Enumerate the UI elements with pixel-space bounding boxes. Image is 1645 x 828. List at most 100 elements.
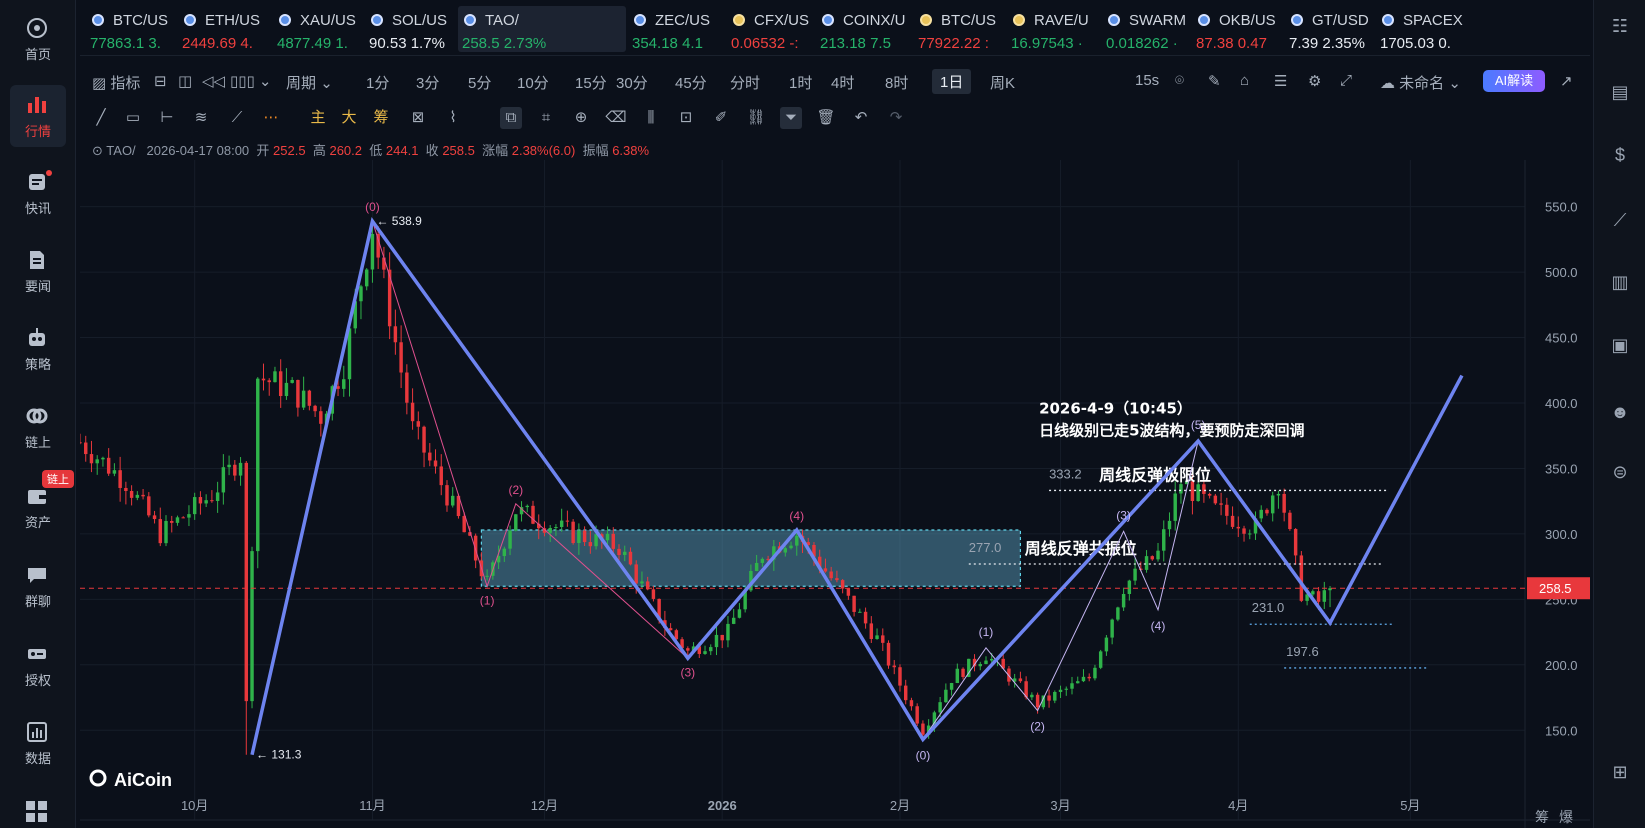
ticker-4[interactable]: TAO/258.5 2.73% bbox=[458, 6, 626, 52]
interval-5[interactable]: 30分 bbox=[616, 72, 648, 93]
rewind-icon[interactable]: ◁◁ bbox=[202, 72, 225, 90]
brush-icon[interactable]: ⌇ bbox=[442, 107, 464, 129]
ticker-5[interactable]: ZEC/US 354.18 4.1 bbox=[628, 6, 720, 52]
sidebar-item-auth[interactable]: 授权 bbox=[0, 634, 76, 696]
layout-name-dropdown[interactable]: ☁ 未命名 ⌄ bbox=[1380, 72, 1461, 93]
interval-10[interactable]: 8时 bbox=[885, 72, 908, 93]
ruler-icon[interactable]: ⌗ bbox=[535, 107, 557, 129]
ticker-1[interactable]: ETH/US 2449.69 4. bbox=[178, 6, 270, 52]
fullscreen-icon[interactable]: ⤢ bbox=[1340, 72, 1352, 89]
price-chart[interactable]: 150.0200.0250.0300.0350.0400.0450.0500.0… bbox=[80, 160, 1590, 828]
interval-2[interactable]: 5分 bbox=[468, 72, 491, 93]
collapse-icon[interactable]: ⊙ bbox=[92, 143, 103, 158]
interval-11[interactable]: 1日 bbox=[932, 69, 972, 94]
share-icon[interactable]: ↗ bbox=[1560, 72, 1573, 90]
interval-7[interactable]: 分时 bbox=[730, 72, 760, 93]
interval-1[interactable]: 3分 bbox=[416, 72, 439, 93]
ticker-9[interactable]: RAVE/U 16.97543 · bbox=[1007, 6, 1099, 52]
camera-icon[interactable]: ⌾ bbox=[1175, 72, 1184, 89]
channel-icon[interactable]: ≋ bbox=[190, 107, 212, 129]
trendline-icon[interactable]: ╱ bbox=[90, 107, 112, 129]
menu-grid-icon[interactable]: ☷ bbox=[1608, 14, 1632, 38]
magnet-icon[interactable]: ⧉ bbox=[500, 107, 522, 129]
ticker-12[interactable]: GT/USD 7.39 2.35% bbox=[1285, 6, 1373, 52]
sidebar-item-home[interactable]: 首页 bbox=[0, 8, 76, 70]
ticker-13[interactable]: SPACEX 1705.03 0. bbox=[1376, 6, 1466, 52]
orderbook-icon[interactable]: ▤ bbox=[1608, 80, 1632, 104]
ticker-0[interactable]: BTC/US 77863.1 3. bbox=[86, 6, 174, 52]
interval-4[interactable]: 15分 bbox=[575, 72, 607, 93]
zoom-icon[interactable]: ⊕ bbox=[570, 107, 592, 129]
candle-body bbox=[84, 442, 88, 455]
depth-chart-icon[interactable]: ▥ bbox=[1608, 270, 1632, 294]
ticker-2[interactable]: XAU/US 4877.49 1. bbox=[273, 6, 361, 52]
lock-icon[interactable]: ⊡ bbox=[675, 107, 697, 129]
period-dropdown[interactable]: 周期 ⌄ bbox=[286, 72, 333, 93]
interval-0[interactable]: 1分 bbox=[366, 72, 389, 93]
grid-apps-icon[interactable] bbox=[25, 800, 49, 824]
ticker-11[interactable]: OKB/US 87.38 0.47 bbox=[1192, 6, 1284, 52]
candle bbox=[1098, 649, 1103, 670]
interval-3[interactable]: 10分 bbox=[517, 72, 549, 93]
candle-body bbox=[227, 464, 231, 468]
ticker-price: 7.39 2.35% bbox=[1289, 35, 1365, 52]
settings-gear-icon[interactable]: ⚙ bbox=[1308, 72, 1321, 90]
trade-icon[interactable]: $ bbox=[1608, 143, 1632, 167]
interval-8[interactable]: 1时 bbox=[789, 72, 812, 93]
bot-icon[interactable]: ☻ bbox=[1608, 400, 1632, 424]
sidebar-item-data[interactable]: 数据 bbox=[0, 712, 76, 774]
edit-icon[interactable]: ✐ bbox=[710, 107, 732, 129]
filter-icon[interactable]: ⏷ bbox=[780, 107, 802, 129]
interval-12[interactable]: 周K bbox=[990, 72, 1015, 93]
ticker-10[interactable]: SWARM 0.018262 · bbox=[1102, 6, 1190, 52]
sidebar-item-chat[interactable]: 群聊 bbox=[0, 555, 76, 617]
ticker-value: 0.018262 bbox=[1106, 35, 1169, 52]
liquidation-label[interactable]: 爆 bbox=[1559, 810, 1573, 826]
link-icon[interactable]: ⛓ bbox=[745, 107, 767, 129]
horizontal-line-icon[interactable]: ⊢ bbox=[156, 107, 178, 129]
large-order-button[interactable]: 大 bbox=[338, 107, 360, 129]
template-icon[interactable]: ⊟ bbox=[154, 72, 167, 90]
list-icon[interactable]: ☰ bbox=[1274, 72, 1287, 90]
trend-icon[interactable]: ⟋ bbox=[1608, 208, 1632, 232]
rectangle-icon[interactable]: ▭ bbox=[122, 107, 144, 129]
candle-type-icon[interactable]: ▯▯▯ ⌄ bbox=[230, 72, 272, 90]
sidebar-item-onchain[interactable]: 链上 bbox=[0, 396, 76, 458]
layout-icon[interactable]: ◫ bbox=[178, 72, 192, 90]
compare-icon[interactable]: ⊜ bbox=[1608, 460, 1632, 484]
etf-icon[interactable]: ▣ bbox=[1608, 333, 1632, 357]
ticker-8[interactable]: BTC/US 77922.22 : bbox=[914, 6, 1006, 52]
chip-button[interactable]: 筹 bbox=[370, 107, 392, 129]
ticker-3[interactable]: SOL/US 90.53 1.7% bbox=[365, 6, 453, 52]
sidebar-item-flash[interactable]: 快讯 bbox=[0, 162, 76, 224]
layout-split-icon[interactable]: ⊞ bbox=[1608, 760, 1632, 784]
eraser-icon[interactable]: ⌫ bbox=[605, 107, 627, 129]
more-lines-icon[interactable]: ⋯ bbox=[260, 107, 282, 129]
indicator-button[interactable]: ▨ 指标 bbox=[92, 72, 140, 93]
refresh-interval[interactable]: 15s bbox=[1135, 72, 1159, 89]
ticker-price: 90.53 1.7% bbox=[369, 35, 445, 52]
sidebar-item-market[interactable]: 行情 bbox=[10, 85, 66, 147]
candle-body bbox=[1144, 556, 1149, 570]
chip-label[interactable]: 筹 bbox=[1535, 809, 1549, 826]
trash-icon[interactable]: 🗑 bbox=[815, 107, 837, 129]
interval-6[interactable]: 45分 bbox=[675, 72, 707, 93]
coin-icon bbox=[464, 14, 476, 26]
crosshair-icon[interactable]: ⊠ bbox=[407, 107, 429, 129]
pen-icon[interactable]: ✎ bbox=[1208, 72, 1221, 90]
alert-icon[interactable]: ⌂ bbox=[1240, 72, 1249, 89]
redo-icon[interactable]: ↷ bbox=[885, 107, 907, 129]
candles-icon[interactable]: ⫼ bbox=[640, 107, 662, 129]
sidebar-item-assets[interactable]: 资产 bbox=[0, 476, 76, 538]
chart-area[interactable]: 150.0 200.0 250.0 300.0 350.0 400.0 450.0 500.0… bbox=[80, 160, 1590, 828]
undo-icon[interactable]: ↶ bbox=[850, 107, 872, 129]
interval-9[interactable]: 4时 bbox=[831, 72, 854, 93]
ticker-6[interactable]: CFX/US 0.06532 -: bbox=[727, 6, 815, 52]
ticker-7[interactable]: COINX/U 213.18 7.5 bbox=[816, 6, 912, 52]
main-force-button[interactable]: 主 bbox=[307, 107, 329, 129]
ticker-change: 0.47 bbox=[1237, 35, 1267, 52]
ai-interpret-button[interactable]: AI解读 bbox=[1483, 70, 1545, 92]
ray-icon[interactable]: ⟋ bbox=[226, 107, 248, 129]
sidebar-item-strategy[interactable]: 策略 bbox=[0, 318, 76, 380]
sidebar-item-news[interactable]: 要闻 bbox=[0, 240, 76, 302]
